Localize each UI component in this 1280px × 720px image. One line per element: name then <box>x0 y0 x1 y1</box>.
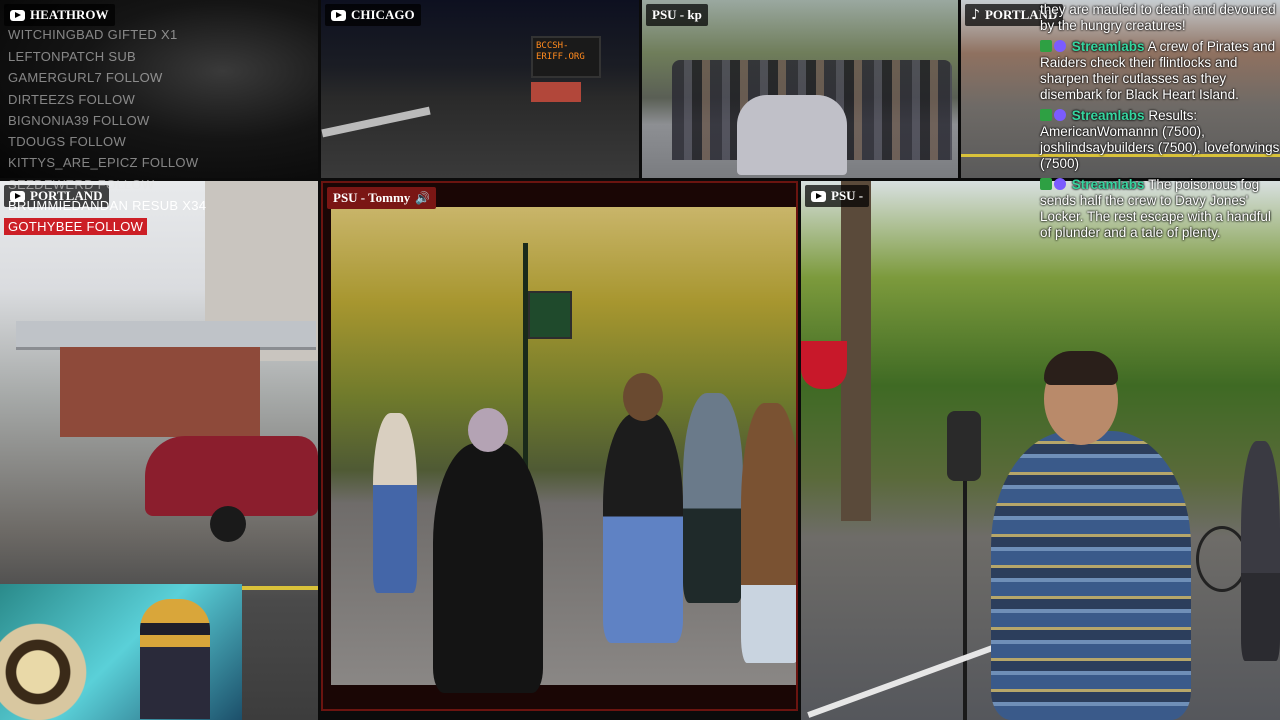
psu-tommy-stream-label: PSU - Tommy 🔊 <box>327 187 437 209</box>
headdress-plumes <box>0 594 110 720</box>
youtube-icon <box>811 190 826 202</box>
chicago-sign: BCCSH- ERIFF.ORG <box>531 36 601 78</box>
psu-kp-stream-tile[interactable]: PSU - kp <box>642 0 958 178</box>
chicago-stream-label: CHICAGO <box>325 4 421 26</box>
road-yellow-line <box>240 586 318 590</box>
head <box>468 408 508 452</box>
awning <box>16 321 316 350</box>
pharaoh-overlay <box>0 584 242 720</box>
youtube-icon <box>10 190 25 202</box>
psu-right-stream-label: PSU - <box>805 185 870 207</box>
pharaoh-face <box>140 599 210 719</box>
camera <box>947 411 981 481</box>
chicago-video-frame <box>321 0 639 178</box>
person <box>603 413 683 643</box>
moderator-badge-icon <box>1040 109 1052 121</box>
red-cup <box>801 341 847 389</box>
moderator-badge-icon <box>1040 40 1052 52</box>
tiktok-icon: ♪ <box>971 7 980 23</box>
brick-wall <box>60 347 260 437</box>
head <box>623 373 663 421</box>
lamp-post <box>523 243 528 473</box>
person <box>433 443 543 693</box>
heathrow-video-frame <box>0 0 318 178</box>
person <box>683 393 743 603</box>
chat-username[interactable]: Streamlabs <box>1072 39 1145 54</box>
chat-message: Streamlabs A crew of Pirates and Raiders… <box>1040 39 1280 103</box>
person <box>741 403 796 663</box>
red-car <box>145 436 318 516</box>
portland-stream-label: PORTLAND <box>4 185 109 207</box>
car-wheel <box>210 506 246 542</box>
hair <box>1044 351 1118 385</box>
chicago-stream-tile[interactable]: BCCSH- ERIFF.ORG CHICAGO <box>321 0 639 178</box>
chat-message: Streamlabs The poisonous fog sends half … <box>1040 177 1280 241</box>
chat-message: Streamlabs Results: AmericanWomannn (750… <box>1040 108 1280 172</box>
psu-tommy-stream-tile[interactable]: PSU - Tommy 🔊 <box>321 181 798 711</box>
moderator-badge-icon <box>1040 178 1052 190</box>
person <box>373 413 417 593</box>
partner-badge-icon <box>1054 109 1066 121</box>
heathrow-stream-tile[interactable]: HEATHROW <box>0 0 318 178</box>
chat-username[interactable]: Streamlabs <box>1072 108 1145 123</box>
psu-right-stream-tile[interactable]: PSU - <box>801 181 1280 720</box>
speaker-icon[interactable]: 🔊 <box>415 190 430 206</box>
chat-message: they are mauled to death and devoured by… <box>1040 2 1276 33</box>
portland-stream-tile[interactable]: PORTLAND <box>0 181 318 720</box>
sign <box>528 291 572 339</box>
chat-username[interactable]: Streamlabs <box>1072 177 1145 192</box>
heathrow-stream-label: HEATHROW <box>4 4 115 26</box>
chat-overlay: they are mauled to death and devoured by… <box>1040 0 1280 246</box>
partner-badge-icon <box>1054 178 1066 190</box>
chicago-truck <box>531 82 581 102</box>
youtube-icon <box>331 9 346 21</box>
partner-badge-icon <box>1054 40 1066 52</box>
plaid-shirt-man <box>991 431 1191 720</box>
psu-kp-stream-label: PSU - kp <box>646 4 708 26</box>
person <box>1241 441 1280 661</box>
wheelchair-person <box>737 95 847 175</box>
youtube-icon <box>10 9 25 21</box>
